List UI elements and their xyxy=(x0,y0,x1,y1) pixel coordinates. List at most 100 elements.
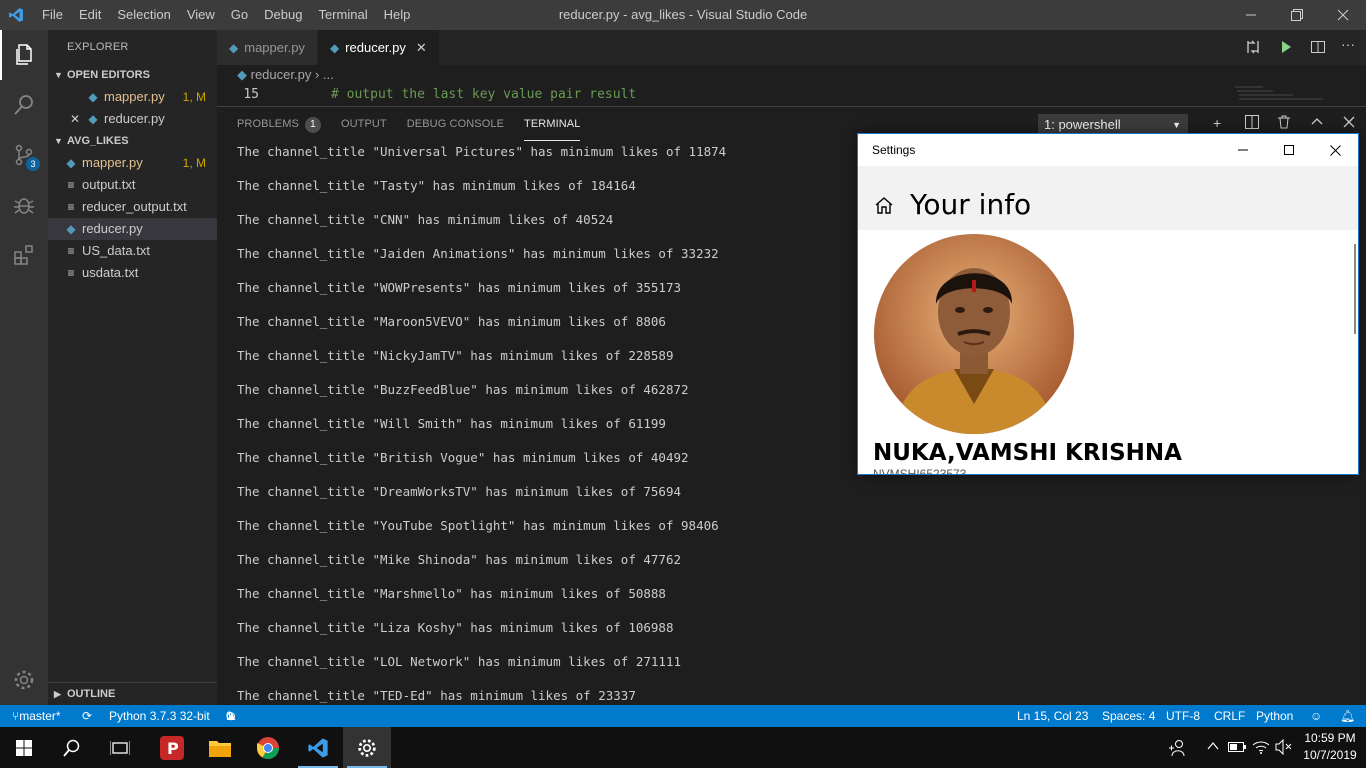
close-icon[interactable]: ✕ xyxy=(68,108,82,130)
outline-section[interactable]: ▶ OUTLINE xyxy=(48,682,217,704)
sync-icon[interactable]: ⟳ xyxy=(82,705,92,727)
menu-help[interactable]: Help xyxy=(376,0,419,30)
close-window-button[interactable] xyxy=(1320,0,1366,30)
maximize-panel-icon[interactable] xyxy=(1310,115,1324,132)
open-editor-item[interactable]: ◆ mapper.py 1, M xyxy=(48,86,217,108)
start-windows-icon[interactable] xyxy=(0,727,48,768)
branch-status[interactable]: ⑂ master* xyxy=(12,705,61,727)
file-item[interactable]: ≡ reducer_output.txt xyxy=(48,196,217,218)
tab-problems[interactable]: PROBLEMS 1 xyxy=(237,107,321,141)
minimize-button[interactable] xyxy=(1220,134,1266,166)
python-interpreter[interactable]: Python 3.7.3 32-bit xyxy=(109,705,210,727)
editor-code[interactable]: 15 # output the last key value pair resu… xyxy=(217,85,1366,105)
file-item[interactable]: ◆ mapper.py 1, M xyxy=(48,152,217,174)
terminal-line: The channel_title "Will Smith" has minim… xyxy=(237,416,666,431)
notifications-bell-icon[interactable]: 🔔︎ xyxy=(1340,705,1355,727)
people-icon[interactable] xyxy=(1168,739,1186,760)
settings-scrollbar[interactable] xyxy=(1354,244,1356,334)
language-mode[interactable]: Python xyxy=(1256,705,1293,727)
explorer-sidebar: EXPLORER ▼ OPEN EDITORS ◆ mapper.py 1, M… xyxy=(48,30,217,705)
python-file-icon: ◆ xyxy=(66,222,76,236)
open-editor-item[interactable]: ✕ ◆ reducer.py xyxy=(48,108,217,130)
file-item[interactable]: ≡ usdata.txt xyxy=(48,262,217,284)
settings-gear-icon[interactable] xyxy=(343,727,391,768)
feedback-smiley-icon[interactable]: ☺ xyxy=(1310,705,1322,727)
indentation[interactable]: Spaces: 4 xyxy=(1102,705,1155,727)
page-title: Your info xyxy=(910,188,1032,221)
file-name: reducer_output.txt xyxy=(82,199,187,214)
menu-debug[interactable]: Debug xyxy=(256,0,310,30)
explorer-header: EXPLORER xyxy=(67,41,129,53)
tab-mapper[interactable]: ◆ mapper.py xyxy=(217,30,318,65)
extensions-icon[interactable] xyxy=(0,230,48,280)
terminal-line: The channel_title "CNN" has minimum like… xyxy=(237,212,614,227)
minimap[interactable] xyxy=(1233,85,1333,105)
file-name: usdata.txt xyxy=(82,265,139,280)
menu-selection[interactable]: Selection xyxy=(109,0,178,30)
search-icon[interactable] xyxy=(48,727,96,768)
trash-icon[interactable] xyxy=(1277,115,1291,132)
clock[interactable]: 10:59 PM 10/7/2019 xyxy=(1300,730,1360,764)
network-icon[interactable] xyxy=(1252,739,1270,758)
manage-gear-icon[interactable] xyxy=(0,655,48,705)
new-terminal-icon[interactable]: + xyxy=(1213,115,1221,131)
menu-file[interactable]: File xyxy=(34,0,71,30)
tab-reducer[interactable]: ◆ reducer.py ✕ xyxy=(317,30,440,65)
tab-output[interactable]: OUTPUT xyxy=(341,107,387,141)
run-icon[interactable] xyxy=(1278,39,1294,58)
close-panel-icon[interactable] xyxy=(1342,115,1356,132)
code-line: # output the last key value pair result xyxy=(331,87,637,102)
python-file-icon: ◆ xyxy=(229,40,239,55)
file-item[interactable]: ≡ US_data.txt xyxy=(48,240,217,262)
close-window-button[interactable] xyxy=(1312,134,1358,166)
tab-debug-console[interactable]: DEBUG CONSOLE xyxy=(407,107,504,141)
breadcrumb: ◆ reducer.py › ... xyxy=(217,65,1366,85)
chevron-up-icon[interactable] xyxy=(1206,739,1220,756)
restore-button[interactable] xyxy=(1274,0,1320,30)
file-name: reducer.py xyxy=(104,111,165,126)
file-name: US_data.txt xyxy=(82,243,150,258)
more-actions-icon[interactable]: ··· xyxy=(1341,36,1355,52)
open-editors-section[interactable]: ▼ OPEN EDITORS xyxy=(48,64,217,86)
avatar xyxy=(874,234,1074,434)
file-explorer-icon[interactable] xyxy=(196,727,244,768)
search-icon[interactable] xyxy=(0,80,48,130)
cursor-position[interactable]: Ln 15, Col 23 xyxy=(1017,705,1088,727)
split-editor-icon[interactable] xyxy=(1310,39,1326,58)
terminal-select[interactable]: 1: powershell ▼ xyxy=(1038,114,1188,134)
encoding[interactable]: UTF-8 xyxy=(1166,705,1200,727)
volume-muted-icon[interactable] xyxy=(1275,738,1293,758)
psiphon-app-icon[interactable]: P xyxy=(148,727,196,768)
explorer-icon[interactable] xyxy=(0,30,48,80)
breadcrumb-rest[interactable]: ... xyxy=(323,67,334,82)
folder-section[interactable]: ▼ AVG_LIKES xyxy=(48,130,217,152)
minimize-button[interactable] xyxy=(1228,0,1274,30)
menu-go[interactable]: Go xyxy=(223,0,256,30)
clock-time: 10:59 PM xyxy=(1304,731,1356,745)
breadcrumb-file[interactable]: reducer.py xyxy=(251,67,312,82)
tab-terminal[interactable]: TERMINAL xyxy=(524,107,581,141)
home-icon[interactable] xyxy=(874,196,894,217)
source-control-icon[interactable]: 3 xyxy=(0,130,48,180)
file-status: 1, M xyxy=(182,90,206,104)
close-icon[interactable]: ✕ xyxy=(416,40,427,56)
terminal-output[interactable]: The channel_title "Universal Pictures" h… xyxy=(237,143,726,721)
menu-edit[interactable]: Edit xyxy=(71,0,109,30)
menu-view[interactable]: View xyxy=(179,0,223,30)
chrome-icon[interactable] xyxy=(244,727,292,768)
open-changes-icon[interactable] xyxy=(1245,39,1261,58)
task-view-icon[interactable] xyxy=(96,727,144,768)
file-item[interactable]: ◆ reducer.py xyxy=(48,218,217,240)
menu-terminal[interactable]: Terminal xyxy=(310,0,375,30)
vscode-taskbar-icon[interactable] xyxy=(294,727,342,768)
title-bar: File Edit Selection View Go Debug Termin… xyxy=(0,0,1366,30)
maximize-button[interactable] xyxy=(1266,134,1312,166)
split-terminal-icon[interactable] xyxy=(1245,115,1259,132)
terminal-line: The channel_title "Marshmello" has minim… xyxy=(237,586,666,601)
settings-title: Settings xyxy=(872,143,916,157)
line-ending[interactable]: CRLF xyxy=(1214,705,1245,727)
debug-icon[interactable] xyxy=(0,180,48,230)
battery-icon[interactable] xyxy=(1228,741,1246,756)
menu-bar: File Edit Selection View Go Debug Termin… xyxy=(34,0,418,30)
file-item[interactable]: ≡ output.txt xyxy=(48,174,217,196)
